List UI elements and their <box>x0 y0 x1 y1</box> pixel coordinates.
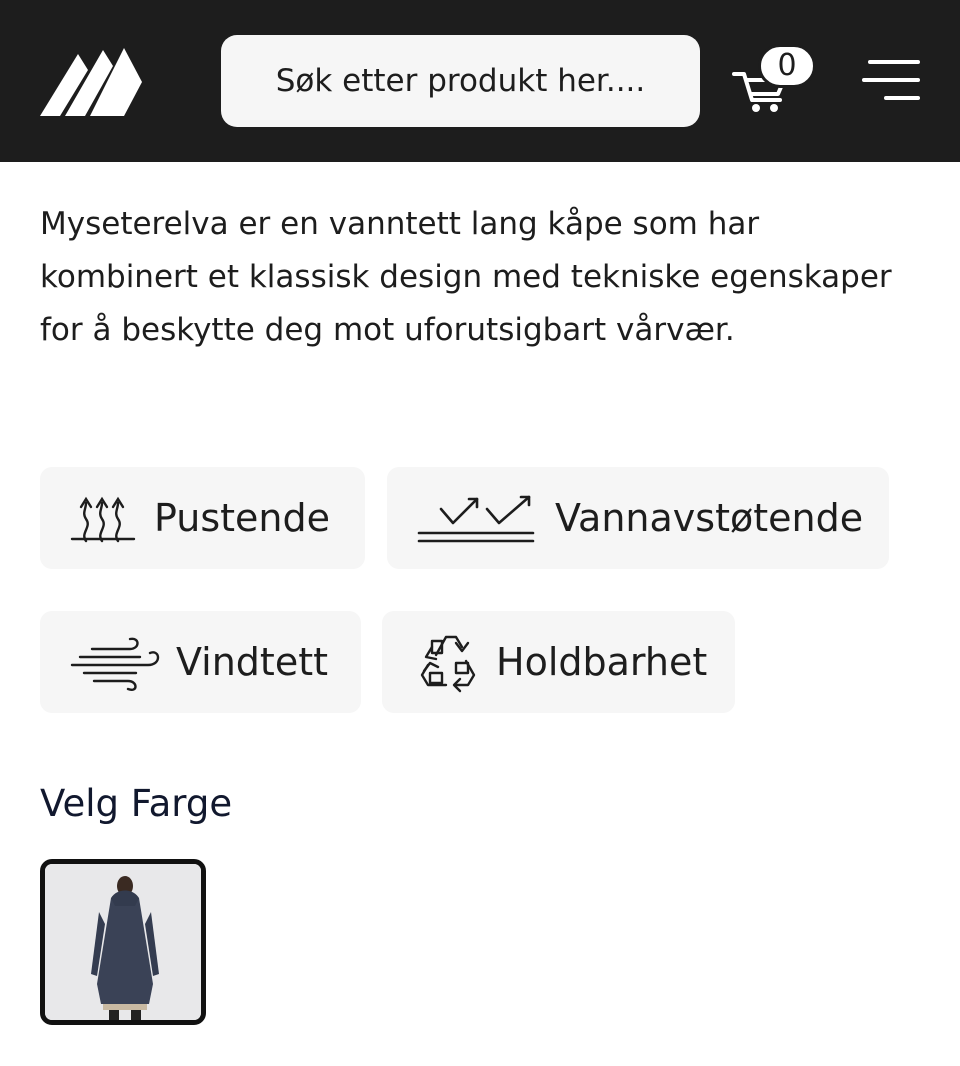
water-repellent-icon <box>417 495 535 543</box>
recycle-icon <box>420 635 476 693</box>
feature-label: Vindtett <box>176 640 328 684</box>
feature-chip-durability: Holdbarhet <box>382 611 735 713</box>
top-header: Søk etter produkt her.... 0 <box>0 0 960 162</box>
feature-label: Pustende <box>154 496 330 540</box>
feature-chip-windproof: Vindtett <box>40 611 361 713</box>
search-placeholder: Søk etter produkt her.... <box>275 63 646 99</box>
product-description: Myseterelva er en vanntett lang kåpe som… <box>40 206 892 348</box>
color-section-title: Velg Farge <box>40 782 233 825</box>
search-input[interactable]: Søk etter produkt her.... <box>221 35 700 127</box>
feature-chip-water-repellent: Vannavstøtende <box>387 467 889 569</box>
feature-label: Vannavstøtende <box>555 496 864 540</box>
feature-label: Holdbarhet <box>496 640 708 684</box>
windproof-icon <box>70 637 160 691</box>
feature-chip-breathable: Pustende <box>40 467 365 569</box>
color-swatch-navy[interactable] <box>40 859 206 1025</box>
cart-count-badge: 0 <box>758 44 816 88</box>
brand-logo[interactable] <box>38 46 144 118</box>
breathable-icon <box>70 496 136 543</box>
cart-count: 0 <box>777 48 797 83</box>
product-thumbnail <box>45 864 201 1020</box>
hamburger-menu-icon[interactable] <box>862 58 924 102</box>
